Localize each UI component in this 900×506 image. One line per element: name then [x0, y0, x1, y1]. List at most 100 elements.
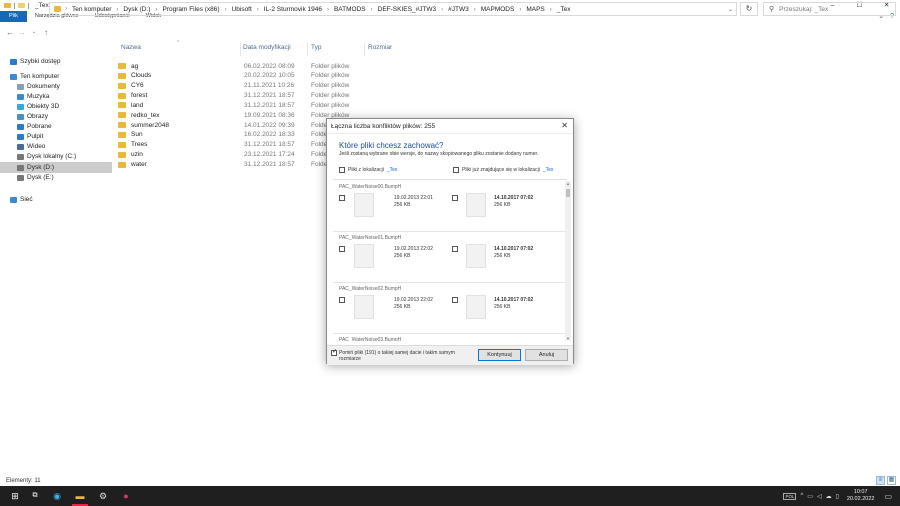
file-row[interactable]: forest 31.12.2021 18:57 Folder plików — [116, 91, 526, 101]
chevron-right-icon[interactable]: › — [116, 7, 118, 13]
cloud-icon[interactable]: ☁ — [826, 493, 832, 500]
file-row[interactable]: land 31.12.2021 18:57 Folder plików — [116, 100, 526, 110]
file-name: ag — [131, 62, 139, 70]
drive-icon — [17, 164, 24, 171]
sidebar-item-label: Szybki dostęp — [20, 58, 61, 65]
select-all-source[interactable]: Pliki z lokalizacji _Tex — [339, 167, 397, 173]
forward-button[interactable]: → — [16, 28, 28, 37]
notification-icon[interactable]: ▭ — [884, 492, 892, 501]
chevron-right-icon[interactable]: › — [327, 7, 329, 13]
breadcrumb-item[interactable]: DEF-SKIES_#JTW3 — [378, 6, 437, 13]
column-header-size[interactable]: Rozmiar — [368, 44, 392, 56]
navigation-pane: Szybki dostęp Ten komputer Dokumenty Muzyka… — [0, 46, 113, 471]
chevron-up-icon[interactable]: ^ — [800, 493, 803, 500]
checkbox[interactable] — [453, 167, 459, 173]
file-icon — [354, 295, 374, 319]
file-row[interactable]: ag 06.02.2022 08:09 Folder plików — [116, 61, 526, 71]
chevron-right-icon[interactable]: › — [225, 7, 227, 13]
chevron-right-icon[interactable]: › — [441, 7, 443, 13]
destination-file-size: 256 KB — [494, 253, 511, 259]
scrollbar-thumb[interactable] — [566, 189, 570, 197]
task-view-icon[interactable]: ⧉ — [28, 489, 42, 503]
keep-destination-checkbox[interactable] — [452, 297, 458, 303]
sidebar-item[interactable]: Szybki dostęp — [0, 56, 112, 67]
chevron-right-icon[interactable]: › — [155, 7, 157, 13]
clock[interactable]: 10:07 20.02.2022 — [847, 489, 875, 503]
battery-icon[interactable]: ▯ — [836, 493, 839, 500]
address-bar[interactable]: › Ten komputer › Dysk (D:) › Program Files (… — [49, 2, 737, 16]
keep-source-checkbox[interactable] — [339, 297, 345, 303]
back-button[interactable]: ← — [4, 28, 16, 37]
skip-identical-option[interactable]: Pomiń pliki (191) o takiej samej dacie i… — [331, 349, 476, 362]
scroll-down-icon[interactable]: ▼ — [565, 336, 571, 341]
breadcrumb-item[interactable]: _Tex — [557, 6, 571, 13]
sidebar-item[interactable]: Dysk lokalny (C:) — [0, 151, 112, 162]
sidebar-item[interactable]: Dysk (E:) — [0, 172, 112, 183]
speaker-icon[interactable]: ◁ — [817, 493, 822, 500]
keep-source-checkbox[interactable] — [339, 195, 345, 201]
chevron-right-icon[interactable]: › — [474, 7, 476, 13]
windows-start-icon[interactable]: ⊞ — [8, 489, 22, 503]
search-input[interactable]: Przeszukaj: _Tex — [779, 6, 828, 13]
breadcrumb-item[interactable]: MAPMODS — [481, 6, 515, 13]
large-icons-view-icon[interactable]: ▦ — [887, 476, 896, 485]
dialog-title: Łączna liczba konfliktów plików: 255 — [327, 119, 573, 134]
language-indicator[interactable]: POL — [783, 492, 797, 500]
scroll-up-icon[interactable]: ▲ — [565, 181, 571, 186]
breadcrumb-item[interactable]: #JTW3 — [448, 6, 469, 13]
chevron-right-icon[interactable]: › — [65, 6, 67, 12]
column-header-date[interactable]: Data modyfikacji — [243, 44, 291, 56]
select-all-destination[interactable]: Pliki już znajdujące się w lokalizacji _… — [453, 167, 553, 173]
file-explorer-icon[interactable]: ▬ — [73, 489, 87, 503]
breadcrumb-item[interactable]: Ten komputer — [72, 6, 111, 13]
file-row[interactable]: CY6 21.11.2021 10:26 Folder plików — [116, 81, 526, 91]
chevron-right-icon[interactable]: › — [550, 7, 552, 13]
breadcrumb-item[interactable]: MAPS — [526, 6, 544, 13]
keep-destination-checkbox[interactable] — [452, 195, 458, 201]
chevron-right-icon[interactable]: › — [257, 7, 259, 13]
conflict-item: PAC_WaterNoise03.BumpH19.02.2013 22:0214… — [333, 334, 565, 341]
skip-checkbox[interactable] — [331, 349, 337, 356]
source-file-date: 19.02.2013 22:01 — [394, 195, 433, 201]
chevron-right-icon[interactable]: › — [371, 7, 373, 13]
scrollbar[interactable]: ▲ ▼ — [565, 181, 571, 341]
dialog-subtitle: Jeśli zostaną wybrane obie wersje, do na… — [339, 151, 539, 157]
file-row[interactable]: Clouds 20.02.2022 10:05 Folder plików — [116, 71, 526, 81]
details-view-icon[interactable]: ≡ — [876, 476, 885, 485]
breadcrumb-item[interactable]: Program Files (x86) — [162, 6, 219, 13]
images-icon — [17, 113, 24, 120]
column-header-name[interactable]: Nazwa — [121, 44, 141, 56]
refresh-button[interactable]: ↻ — [740, 2, 758, 16]
chevron-down-icon[interactable]: ⌄ — [728, 6, 733, 13]
folder-icon[interactable] — [18, 3, 25, 8]
source-file-date: 19.02.2013 22:02 — [394, 297, 433, 303]
breadcrumb-item[interactable]: Ubisoft — [232, 6, 252, 13]
continue-button[interactable]: Kontynuuj — [478, 349, 521, 361]
tab-file[interactable]: Plik — [0, 11, 27, 22]
chevron-right-icon[interactable]: › — [519, 7, 521, 13]
file-name: Sun — [131, 131, 143, 139]
music-icon — [17, 93, 24, 100]
file-date: 21.11.2021 10:26 — [244, 82, 295, 90]
up-button[interactable]: ↑ — [40, 28, 52, 37]
source-file-size: 256 KB — [394, 202, 411, 208]
network-icon[interactable]: ▭ — [807, 493, 813, 500]
checkbox[interactable] — [339, 167, 345, 173]
breadcrumb-item[interactable]: BATMODS — [334, 6, 366, 13]
keep-destination-checkbox[interactable] — [452, 246, 458, 252]
app-drop-icon[interactable]: ● — [119, 489, 133, 503]
settings-icon[interactable]: ⚙ — [96, 489, 110, 503]
search-box[interactable]: ⚲ Przeszukaj: _Tex — [763, 2, 896, 16]
breadcrumb-item[interactable]: Dysk (D:) — [123, 6, 150, 13]
keep-source-checkbox[interactable] — [339, 246, 345, 252]
recent-locations-icon[interactable]: ⌄ — [28, 29, 40, 35]
column-header-type[interactable]: Typ — [311, 44, 321, 56]
source-location-link[interactable]: _Tex — [387, 167, 398, 173]
cancel-button[interactable]: Anuluj — [525, 349, 568, 361]
breadcrumb-item[interactable]: IL-2 Sturmovik 1946 — [264, 6, 322, 13]
destination-file-info: 14.10.2017 07:02 256 KB — [494, 297, 533, 311]
destination-location-link[interactable]: _Tex — [543, 167, 554, 173]
close-icon[interactable]: ✕ — [561, 121, 568, 130]
edge-icon[interactable]: ◉ — [50, 489, 64, 503]
sidebar-item[interactable]: Sieć — [0, 194, 112, 205]
